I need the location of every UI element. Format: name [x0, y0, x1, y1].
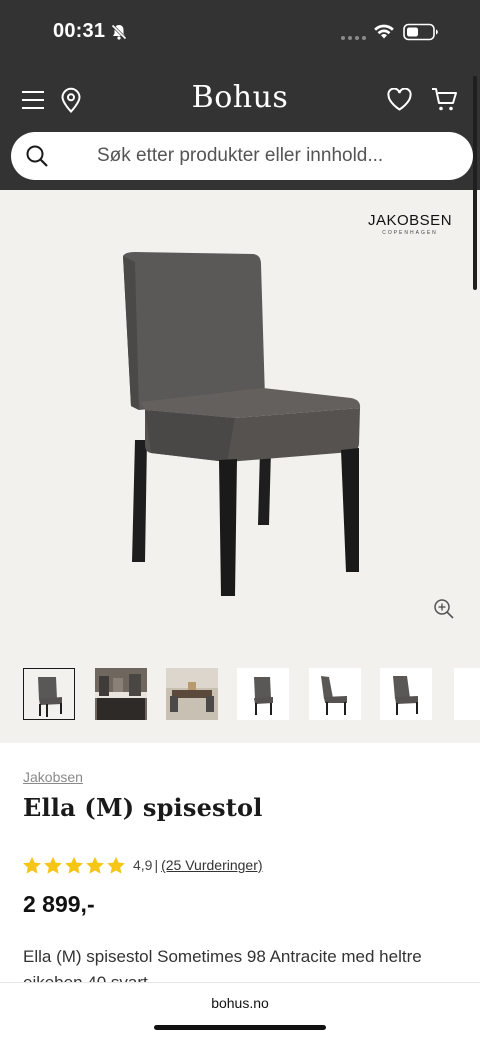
brand-logo-subtext: COPENHAGEN [382, 230, 438, 236]
thumbnail[interactable] [309, 668, 361, 720]
rating-stars [22, 856, 126, 875]
brand-link[interactable]: Jakobsen [23, 769, 83, 785]
signal-icon [341, 36, 366, 40]
rating-row: 4,9 | (25 Vurderinger) [22, 855, 263, 875]
thumbnail[interactable] [451, 668, 480, 720]
star-icon [86, 856, 104, 874]
site-header: 00:31 Bohus [0, 0, 480, 190]
rating-separator: | [154, 857, 159, 873]
thumbnail-strip [0, 668, 480, 720]
product-title: Ella (M) spisestol [23, 793, 263, 822]
thumbnail[interactable] [95, 668, 147, 720]
thumbnail[interactable] [380, 668, 432, 720]
thumbnail[interactable] [237, 668, 289, 720]
status-time: 00:31 [53, 20, 106, 42]
star-icon [65, 856, 83, 874]
zoom-in-icon[interactable] [432, 597, 456, 621]
url-label[interactable]: bohus.no [0, 995, 480, 1011]
star-icon [23, 856, 41, 874]
search-icon[interactable] [25, 144, 49, 168]
heart-icon[interactable] [387, 88, 412, 111]
brand-logo: JAKOBSEN COPENHAGEN [368, 212, 452, 236]
cart-icon[interactable] [431, 87, 458, 112]
page-scrollbar[interactable] [473, 76, 477, 290]
product-price: 2 899,- [23, 891, 95, 917]
thumbnail[interactable] [166, 668, 218, 720]
chair-product-image[interactable] [115, 250, 365, 602]
bell-muted-icon [111, 24, 127, 40]
battery-icon [403, 23, 438, 41]
search-input[interactable] [97, 132, 457, 180]
home-indicator[interactable] [154, 1025, 326, 1030]
star-icon [107, 856, 125, 874]
reviews-link[interactable]: (25 Vurderinger) [161, 857, 262, 873]
wifi-icon [374, 24, 394, 39]
thumbnail[interactable] [23, 668, 75, 720]
search-bar[interactable] [11, 132, 473, 180]
brand-logo-text: JAKOBSEN [368, 212, 453, 229]
star-icon [44, 856, 62, 874]
browser-bottom-bar: bohus.no [0, 982, 480, 1040]
rating-value: 4,9 [133, 857, 153, 873]
